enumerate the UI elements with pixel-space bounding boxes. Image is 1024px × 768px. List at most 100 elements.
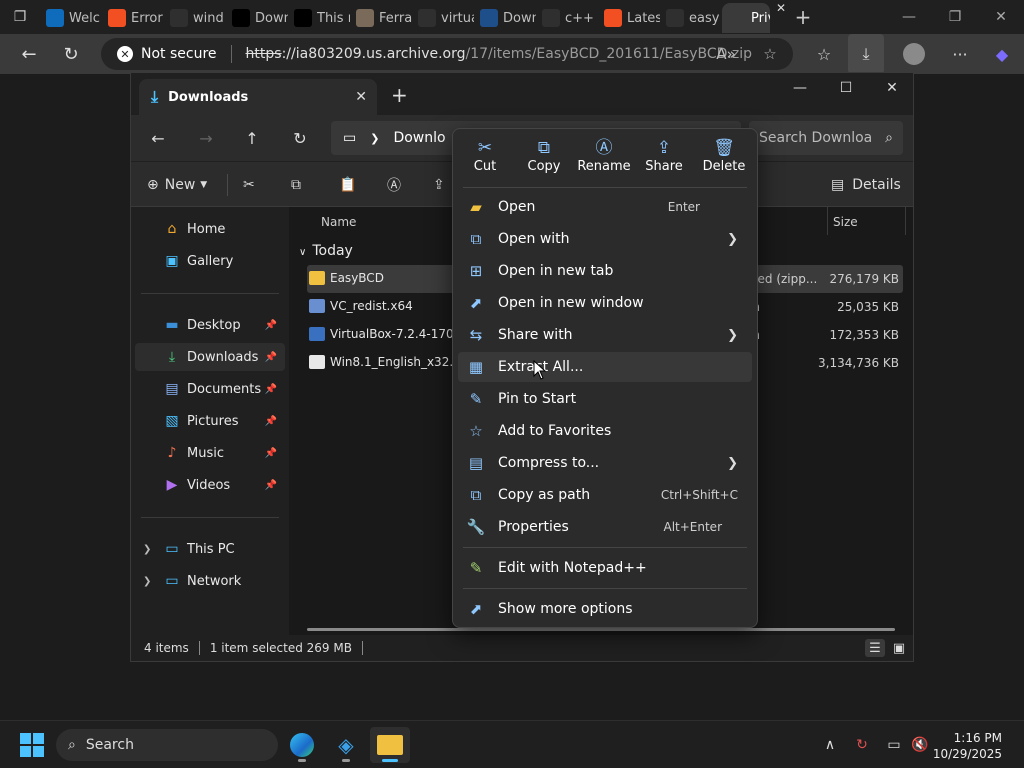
favorites-icon[interactable]: ☆: [804, 34, 844, 74]
up-arrow-icon[interactable]: ↑: [237, 125, 267, 151]
sidebar-item-videos[interactable]: ▶ Videos 📌: [135, 471, 285, 499]
address-bar[interactable]: ✕ Not secure https://ia803209.us.archive…: [101, 38, 793, 70]
rename-icon[interactable]: Ⓐ: [387, 174, 401, 196]
sidebar-item-pictures[interactable]: ▧ Pictures 📌: [135, 407, 285, 435]
menu-item-edit-notepadpp[interactable]: ✎ Edit with Notepad++: [458, 553, 752, 583]
cut-icon[interactable]: ✂: [243, 174, 255, 196]
new-window-icon: ⬈: [469, 294, 483, 312]
copy-icon[interactable]: ⧉: [291, 174, 301, 196]
browser-tab[interactable]: Down: [226, 3, 288, 33]
downloads-icon[interactable]: ⤓: [848, 34, 884, 74]
browser-tab[interactable]: Welc: [40, 3, 102, 33]
menu-item-open[interactable]: ▰ Open Enter: [458, 192, 752, 222]
maximize-browser-button[interactable]: ❐: [932, 0, 978, 34]
vscode-app-icon[interactable]: ◈: [326, 727, 366, 763]
close-button[interactable]: ✕: [869, 73, 915, 103]
close-browser-button[interactable]: ✕: [978, 0, 1024, 34]
copy-action-button[interactable]: ⧉ Copy: [514, 137, 574, 181]
file-explorer-app-icon[interactable]: [370, 727, 410, 763]
search-input[interactable]: Search Downloa ⌕: [749, 121, 903, 155]
share-icon[interactable]: ⇪: [433, 174, 445, 196]
paste-icon[interactable]: 📋: [339, 174, 356, 196]
maximize-button[interactable]: ☐: [823, 73, 869, 103]
share-action-button[interactable]: ⇪ Share: [634, 137, 694, 181]
minimize-button[interactable]: —: [777, 73, 823, 103]
network-volume-icon[interactable]: 🔇: [908, 733, 932, 757]
browser-tab[interactable]: easy: [660, 3, 722, 33]
menu-item-show-more-options[interactable]: ⬈ Show more options: [458, 594, 752, 624]
forward-arrow-icon[interactable]: →: [191, 125, 221, 151]
horizontal-scrollbar[interactable]: [307, 628, 895, 631]
sidebar-item-desktop[interactable]: ▬ Desktop 📌: [135, 311, 285, 339]
browser-tab[interactable]: Down: [474, 3, 536, 33]
tab-actions-icon[interactable]: ❐: [0, 0, 40, 34]
menu-item-compress[interactable]: ▤ Compress to... ❯: [458, 448, 752, 478]
details-button[interactable]: ▤ Details: [831, 174, 901, 196]
menu-item-copy-as-path[interactable]: ⧉ Copy as path Ctrl+Shift+C: [458, 480, 752, 510]
refresh-icon[interactable]: ↻: [285, 125, 315, 151]
pin-icon[interactable]: 📌: [265, 448, 277, 459]
edge-app-icon[interactable]: [282, 727, 322, 763]
minimize-browser-button[interactable]: —: [886, 0, 932, 34]
menu-item-extract-all[interactable]: ▦ Extract All...: [458, 352, 752, 382]
breadcrumb[interactable]: Downlo: [393, 130, 445, 146]
browser-tab[interactable]: c++ r: [536, 3, 598, 33]
read-aloud-icon[interactable]: A»: [711, 38, 741, 70]
cut-action-button[interactable]: ✂ Cut: [455, 137, 515, 181]
rename-action-button[interactable]: Ⓐ Rename: [574, 137, 634, 181]
details-view-icon[interactable]: ☰: [865, 639, 885, 657]
clock[interactable]: 1:16 PM 10/29/2025: [933, 730, 1002, 762]
settings-more-icon[interactable]: ···: [940, 34, 980, 74]
menu-item-properties[interactable]: 🔧 Properties Alt+Enter: [458, 512, 752, 542]
start-button[interactable]: [20, 733, 44, 757]
taskbar-search[interactable]: ⌕ Search: [56, 729, 278, 761]
profile-icon[interactable]: [894, 34, 934, 74]
copilot-icon[interactable]: ◆: [982, 34, 1022, 74]
menu-item-open-new-tab[interactable]: ⊞ Open in new tab: [458, 256, 752, 286]
expand-chevron-icon[interactable]: ❯: [143, 576, 151, 587]
sync-icon[interactable]: ↻: [850, 733, 874, 757]
back-arrow-icon[interactable]: ←: [143, 125, 173, 151]
add-tab-button[interactable]: +: [391, 83, 408, 107]
sidebar-item-network[interactable]: ❯ ▭ Network: [135, 567, 285, 595]
sidebar-item-this-pc[interactable]: ❯ ▭ This PC: [135, 535, 285, 563]
browser-tab[interactable]: This r: [288, 3, 350, 33]
group-header-today[interactable]: ∨ Today: [299, 243, 353, 259]
browser-tab[interactable]: virtua: [412, 3, 474, 33]
new-button[interactable]: ⊕ New ▼: [147, 174, 207, 196]
new-tab-button[interactable]: +: [786, 5, 820, 29]
close-tab-icon[interactable]: ✕: [776, 1, 786, 33]
pin-icon[interactable]: 📌: [265, 480, 277, 491]
pin-icon[interactable]: 📌: [265, 384, 277, 395]
sidebar-item-home[interactable]: ⌂ Home: [135, 215, 285, 243]
sidebar-item-gallery[interactable]: ▣ Gallery: [135, 247, 285, 275]
menu-item-pin-to-start[interactable]: ✎ Pin to Start: [458, 384, 752, 414]
column-header-size[interactable]: Size: [833, 207, 858, 237]
refresh-icon[interactable]: ↻: [50, 34, 92, 74]
back-icon[interactable]: ←: [8, 34, 50, 74]
pin-icon[interactable]: 📌: [265, 320, 277, 331]
close-tab-icon[interactable]: ✕: [355, 89, 367, 105]
pin-icon[interactable]: 📌: [265, 416, 277, 427]
sidebar-item-documents[interactable]: ▤ Documents 📌: [135, 375, 285, 403]
tray-overflow-icon[interactable]: ∧: [818, 733, 842, 757]
menu-item-share-with[interactable]: ⇆ Share with ❯: [458, 320, 752, 350]
browser-tab[interactable]: Ferra: [350, 3, 412, 33]
pin-icon[interactable]: 📌: [265, 352, 277, 363]
tiles-view-icon[interactable]: ▣: [889, 639, 909, 657]
column-header-name[interactable]: Name: [321, 207, 356, 237]
sidebar-item-music[interactable]: ♪ Music 📌: [135, 439, 285, 467]
menu-item-open-with[interactable]: ⧉ Open with ❯: [458, 224, 752, 254]
delete-action-button[interactable]: 🗑 Delete: [694, 137, 754, 181]
favorite-star-icon[interactable]: ☆: [755, 38, 785, 70]
browser-tab[interactable]: wind: [164, 3, 226, 33]
menu-item-add-to-favorites[interactable]: ☆ Add to Favorites: [458, 416, 752, 446]
menu-item-open-new-window[interactable]: ⬈ Open in new window: [458, 288, 752, 318]
expand-chevron-icon[interactable]: ❯: [143, 544, 151, 555]
browser-tab[interactable]: Priva: [722, 3, 770, 33]
sidebar-item-downloads[interactable]: ⤓ Downloads 📌: [135, 343, 285, 371]
display-icon[interactable]: ▭: [882, 733, 906, 757]
browser-tab[interactable]: Lates: [598, 3, 660, 33]
browser-tab[interactable]: Error: [102, 3, 164, 33]
explorer-tab-downloads[interactable]: ⤓ Downloads ✕: [139, 79, 377, 115]
